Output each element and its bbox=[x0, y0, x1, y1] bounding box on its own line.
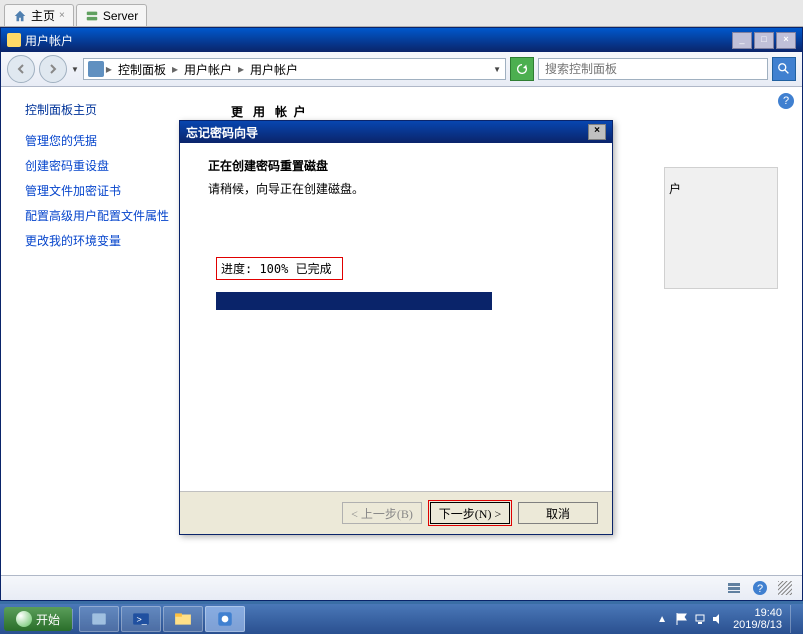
dialog-body: 正在创建密码重置磁盘 请稍候，向导正在创建磁盘。 进度: 100% 已完成 bbox=[180, 143, 612, 491]
dialog-heading: 正在创建密码重置磁盘 bbox=[208, 157, 592, 174]
resize-grip[interactable] bbox=[778, 581, 792, 595]
show-desktop-button[interactable] bbox=[790, 605, 799, 633]
taskbar-pinned-explorer[interactable] bbox=[163, 606, 203, 632]
sidebar-link-env[interactable]: 更改我的环境变量 bbox=[25, 232, 185, 249]
taskbar-running-control-panel[interactable] bbox=[205, 606, 245, 632]
minimize-button[interactable]: _ bbox=[732, 32, 752, 49]
dialog-titlebar: 忘记密码向导 × bbox=[180, 121, 612, 143]
sidebar-link-credentials[interactable]: 管理您的凭据 bbox=[25, 132, 185, 149]
separator: ▸ bbox=[238, 62, 244, 76]
tab-label: 主页 bbox=[31, 7, 55, 24]
back-button[interactable] bbox=[7, 55, 35, 83]
sidebar-link-encryption[interactable]: 管理文件加密证书 bbox=[25, 182, 185, 199]
wizard-dialog: 忘记密码向导 × 正在创建密码重置磁盘 请稍候，向导正在创建磁盘。 进度: 10… bbox=[179, 120, 613, 535]
sidebar-title[interactable]: 控制面板主页 bbox=[25, 101, 185, 118]
tab-server[interactable]: Server bbox=[76, 4, 147, 26]
taskbar-pinned-powershell[interactable]: >_ bbox=[121, 606, 161, 632]
control-panel-icon bbox=[88, 61, 104, 77]
flag-icon[interactable] bbox=[675, 612, 689, 626]
start-label: 开始 bbox=[36, 611, 60, 628]
search-input[interactable] bbox=[543, 61, 763, 77]
start-button[interactable]: 开始 bbox=[4, 607, 72, 631]
dialog-text: 请稍候，向导正在创建磁盘。 bbox=[208, 180, 592, 197]
next-button[interactable]: 下一步(N) > bbox=[430, 502, 510, 524]
toolbar: ▼ ▸ 控制面板 ▸ 用户帐户 ▸ 用户帐户 ▼ bbox=[1, 52, 802, 87]
settings-icon[interactable] bbox=[726, 580, 742, 596]
sidebar-link-reset-disk[interactable]: 创建密码重设盘 bbox=[25, 157, 185, 174]
svg-text:>_: >_ bbox=[137, 614, 148, 624]
search-button[interactable] bbox=[772, 57, 796, 81]
obscured-panel: 户 bbox=[664, 167, 778, 289]
breadcrumb-item[interactable]: 控制面板 bbox=[114, 61, 170, 78]
breadcrumb-item[interactable]: 用户帐户 bbox=[246, 61, 302, 78]
browser-tab-strip: 主页 × Server bbox=[0, 0, 803, 27]
divider bbox=[72, 609, 73, 629]
sidebar-link-advanced[interactable]: 配置高级用户配置文件属性 bbox=[25, 207, 185, 224]
taskbar-pinned-server[interactable] bbox=[79, 606, 119, 632]
tab-label: Server bbox=[103, 9, 138, 23]
clock[interactable]: 19:40 2019/8/13 bbox=[733, 607, 782, 631]
breadcrumb[interactable]: ▸ 控制面板 ▸ 用户帐户 ▸ 用户帐户 ▼ bbox=[83, 58, 506, 80]
dialog-close-button[interactable]: × bbox=[588, 124, 606, 140]
back-button: < 上一步(B) bbox=[342, 502, 422, 524]
progress-bar bbox=[216, 292, 492, 310]
home-icon bbox=[13, 9, 27, 23]
network-icon[interactable] bbox=[693, 612, 707, 626]
breadcrumb-item[interactable]: 用户帐户 bbox=[180, 61, 236, 78]
tray-expand-icon[interactable]: ▲ bbox=[657, 614, 667, 625]
time: 19:40 bbox=[733, 607, 782, 619]
search-box bbox=[538, 58, 768, 80]
forward-button[interactable] bbox=[39, 55, 67, 83]
cancel-button[interactable]: 取消 bbox=[518, 502, 598, 524]
svg-text:?: ? bbox=[757, 583, 763, 595]
taskbar: 开始 >_ ▲ 19:40 2019/8/13 bbox=[0, 604, 803, 634]
system-tray: ▲ 19:40 2019/8/13 bbox=[657, 605, 799, 633]
history-dropdown[interactable]: ▼ bbox=[71, 65, 79, 74]
separator: ▸ bbox=[172, 62, 178, 76]
status-bar: ? bbox=[1, 575, 802, 600]
dialog-footer: < 上一步(B) 下一步(N) > 取消 bbox=[180, 491, 612, 534]
obscured-heading: 更 用 帐 户 bbox=[231, 103, 306, 120]
refresh-button[interactable] bbox=[510, 57, 534, 81]
server-icon bbox=[85, 9, 99, 23]
titlebar: 用户帐户 _ □ × bbox=[1, 28, 802, 52]
help-icon[interactable]: ? bbox=[778, 93, 794, 109]
sidebar: 控制面板主页 管理您的凭据 创建密码重设盘 管理文件加密证书 配置高级用户配置文… bbox=[1, 87, 185, 575]
date: 2019/8/13 bbox=[733, 619, 782, 631]
tab-home[interactable]: 主页 × bbox=[4, 4, 74, 26]
separator: ▸ bbox=[106, 62, 112, 76]
maximize-button[interactable]: □ bbox=[754, 32, 774, 49]
window-title: 用户帐户 bbox=[25, 32, 73, 49]
breadcrumb-dropdown[interactable]: ▼ bbox=[493, 65, 501, 74]
volume-icon[interactable] bbox=[711, 612, 725, 626]
close-icon[interactable]: × bbox=[59, 10, 65, 21]
dialog-title: 忘记密码向导 bbox=[186, 124, 258, 141]
help-button-icon[interactable]: ? bbox=[752, 580, 768, 596]
start-orb-icon bbox=[16, 611, 32, 627]
obscured-text: 户 bbox=[669, 180, 681, 197]
progress-label: 进度: 100% 已完成 bbox=[216, 257, 343, 280]
window-icon bbox=[7, 33, 21, 47]
window-close-button[interactable]: × bbox=[776, 32, 796, 49]
